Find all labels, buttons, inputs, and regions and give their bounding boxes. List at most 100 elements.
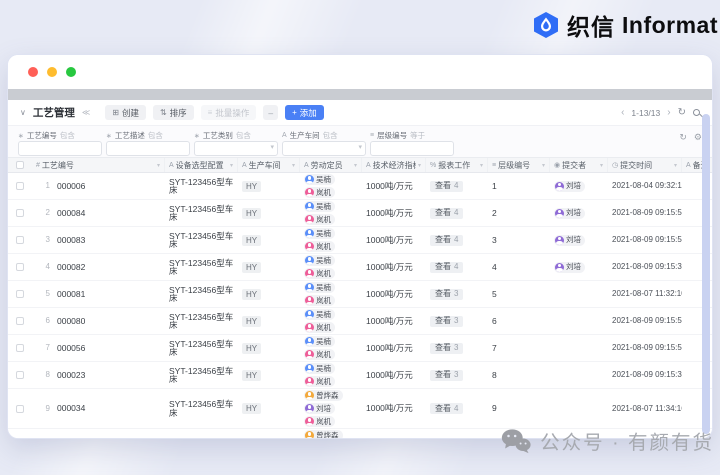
cell-time: 2021-08-07 11:34:16 bbox=[608, 404, 682, 414]
row-checkbox[interactable] bbox=[16, 236, 24, 244]
sort-caret-icon[interactable]: ▾ bbox=[230, 162, 233, 169]
filter-select[interactable]: ▾ bbox=[194, 141, 278, 156]
cell-time: 2021-08-09 09:15:38 bbox=[608, 262, 682, 272]
sort-caret-icon[interactable]: ▾ bbox=[292, 162, 295, 169]
column-header-time[interactable]: ◷ 提交时间 ▾ bbox=[608, 158, 682, 172]
row-checkbox[interactable] bbox=[16, 290, 24, 298]
column-type-icon: # bbox=[36, 161, 40, 169]
person-chip: 吴楠 bbox=[304, 201, 335, 212]
filter-input[interactable] bbox=[18, 141, 102, 156]
column-header-staff[interactable]: A 劳动定员 ▾ bbox=[300, 158, 362, 172]
column-header-report[interactable]: % 报表工作 ▾ bbox=[426, 158, 488, 172]
cell-device: SYT-123456型车床 bbox=[165, 366, 238, 385]
filter-settings-gear-icon[interactable]: ⚙ bbox=[694, 132, 702, 143]
zoom-window-button[interactable] bbox=[66, 67, 76, 77]
refresh-icon[interactable]: ↻ bbox=[678, 107, 686, 118]
row-checkbox[interactable] bbox=[16, 182, 24, 190]
row-checkbox[interactable] bbox=[16, 209, 24, 217]
person-chip: 曾烨森 bbox=[304, 430, 343, 438]
page-prev-button[interactable]: ‹ bbox=[621, 107, 624, 118]
add-icon: + bbox=[292, 108, 297, 117]
sort-caret-icon[interactable]: ▾ bbox=[418, 162, 421, 169]
search-icon[interactable] bbox=[693, 109, 700, 116]
sort-caret-icon[interactable]: ▾ bbox=[354, 162, 357, 169]
batch-actions-button[interactable]: ≡ 批量操作 bbox=[200, 105, 257, 120]
view-records-button[interactable]: 查看 4 bbox=[430, 403, 464, 414]
row-checkbox[interactable] bbox=[16, 263, 24, 271]
view-records-button[interactable]: 查看 4 bbox=[430, 234, 464, 246]
page-next-button[interactable]: › bbox=[667, 107, 670, 118]
submit-time: 2021-08-04 09:32:15 bbox=[612, 181, 682, 190]
cell-workshop: HY bbox=[238, 288, 300, 301]
view-records-button[interactable]: 查看 3 bbox=[430, 342, 464, 354]
row-checkbox[interactable] bbox=[16, 371, 24, 379]
view-records-button[interactable]: 查看 4 bbox=[430, 261, 464, 273]
close-window-button[interactable] bbox=[28, 67, 38, 77]
workshop-tag: HY bbox=[242, 369, 262, 381]
person-name: 刘培 bbox=[566, 208, 581, 218]
minimize-window-button[interactable] bbox=[47, 67, 57, 77]
cell-staff: 吴楠 岚机 bbox=[300, 254, 362, 280]
column-header-indicator[interactable]: A 技术经济指标 ▾ bbox=[362, 158, 426, 172]
cell-report: 查看 4 bbox=[426, 180, 488, 193]
table-row[interactable]: 6 000080 SYT-123456型车床 HY 吴楠 岚机 1000吨/万元 查看 3 6 20… bbox=[8, 308, 712, 335]
sort-caret-icon[interactable]: ▾ bbox=[542, 162, 545, 169]
add-button[interactable]: + 添加 bbox=[285, 105, 324, 120]
row-checkbox[interactable] bbox=[16, 317, 24, 325]
sort-caret-icon[interactable]: ▾ bbox=[480, 162, 483, 169]
submit-time: 2021-08-09 09:15:38 bbox=[612, 370, 682, 379]
sort-caret-icon[interactable]: ▾ bbox=[600, 162, 603, 169]
vertical-scrollbar[interactable] bbox=[702, 114, 710, 434]
row-checkbox[interactable] bbox=[16, 344, 24, 352]
person-name: 刘培 bbox=[316, 403, 331, 413]
view-chevron-down-icon[interactable]: ∨ bbox=[20, 108, 26, 117]
filter-input[interactable] bbox=[370, 141, 454, 156]
watermark-text: 公众号 · 有颜有货 bbox=[540, 432, 714, 454]
sort-caret-icon[interactable]: ▾ bbox=[674, 162, 677, 169]
table-row[interactable]: 3 000083 SYT-123456型车床 HY 吴楠 岚机 1000吨/万元 查看 4 3 刘培… bbox=[8, 227, 712, 254]
column-type-icon: A bbox=[169, 161, 174, 169]
table-row[interactable]: 1 000006 SYT-123456型车床 HY 吴楠 岚机 1000吨/万元 查看 4 1 刘培… bbox=[8, 173, 712, 200]
view-records-button[interactable]: 查看 3 bbox=[430, 288, 464, 300]
view-records-button[interactable]: 查看 3 bbox=[430, 369, 464, 381]
column-header-code[interactable]: # 工艺编号 ▾ bbox=[32, 158, 165, 172]
avatar-icon bbox=[305, 202, 314, 211]
filter-select[interactable]: ▾ bbox=[282, 141, 366, 156]
row-number: 9 bbox=[45, 403, 50, 413]
table-row[interactable]: 5 000081 SYT-123456型车床 HY 吴楠 岚机 1000吨/万元 查看 3 5 20… bbox=[8, 281, 712, 308]
view-count: 4 bbox=[454, 403, 459, 413]
view-records-button[interactable]: 查看 4 bbox=[430, 180, 464, 192]
cell-report: 查看 4 bbox=[426, 234, 488, 247]
column-header-level[interactable]: ≡ 层级编号 ▾ bbox=[488, 158, 550, 172]
level-number: 3 bbox=[492, 234, 497, 245]
person-chip: 刘培 bbox=[554, 180, 585, 192]
column-header-workshop[interactable]: A 生产车间 ▾ bbox=[238, 158, 300, 172]
filter-type-icon: ∗ bbox=[194, 132, 200, 140]
cell-report: 查看 3 bbox=[426, 288, 488, 301]
table-row[interactable]: 9 000034 SYT-123456型车床 HY 曾烨森 刘培 岚机 1000吨/万元 查看 4… bbox=[8, 389, 712, 429]
filter-type-icon: A bbox=[282, 132, 287, 139]
table-row[interactable]: 2 000084 SYT-123456型车床 HY 吴楠 岚机 1000吨/万元 查看 4 2 刘培… bbox=[8, 200, 712, 227]
sort-caret-icon[interactable]: ▾ bbox=[157, 162, 160, 169]
select-all-checkbox[interactable] bbox=[16, 161, 24, 169]
person-chip: 曾烨森 bbox=[304, 390, 343, 401]
table-row[interactable]: 7 000056 SYT-123456型车床 HY 吴楠 岚机 1000吨/万元 查看 3 7 20… bbox=[8, 335, 712, 362]
toolbar-right-group: ‹ 1-13/13 › ↻ bbox=[621, 107, 700, 118]
collapse-icon[interactable]: ≪ bbox=[82, 108, 90, 117]
view-records-button[interactable]: 查看 3 bbox=[430, 315, 464, 327]
column-header-submitter[interactable]: ◉ 提交者 ▾ bbox=[550, 158, 608, 172]
sort-button[interactable]: ⇅ 排序 bbox=[152, 105, 194, 120]
view-records-button[interactable]: 查看 4 bbox=[430, 207, 464, 219]
table-row[interactable]: 8 000023 SYT-123456型车床 HY 吴楠 岚机 1000吨/万元 查看 3 8 20… bbox=[8, 362, 712, 389]
filter-input[interactable] bbox=[106, 141, 190, 156]
process-code: 000056 bbox=[57, 342, 86, 353]
view-title[interactable]: 工艺管理 bbox=[33, 105, 75, 120]
row-checkbox[interactable] bbox=[16, 404, 24, 413]
table-row[interactable]: 4 000082 SYT-123456型车床 HY 吴楠 岚机 1000吨/万元 查看 4 4 刘培… bbox=[8, 254, 712, 281]
filter-type-icon: ∗ bbox=[106, 132, 112, 140]
column-header-device[interactable]: A 设备选型配置 ▾ bbox=[165, 158, 238, 172]
cell-level: 6 bbox=[488, 316, 550, 327]
filter-refresh-icon[interactable]: ↻ bbox=[679, 132, 687, 143]
more-button[interactable]: – bbox=[263, 105, 279, 120]
create-button[interactable]: ⊞ 创建 bbox=[105, 105, 146, 120]
